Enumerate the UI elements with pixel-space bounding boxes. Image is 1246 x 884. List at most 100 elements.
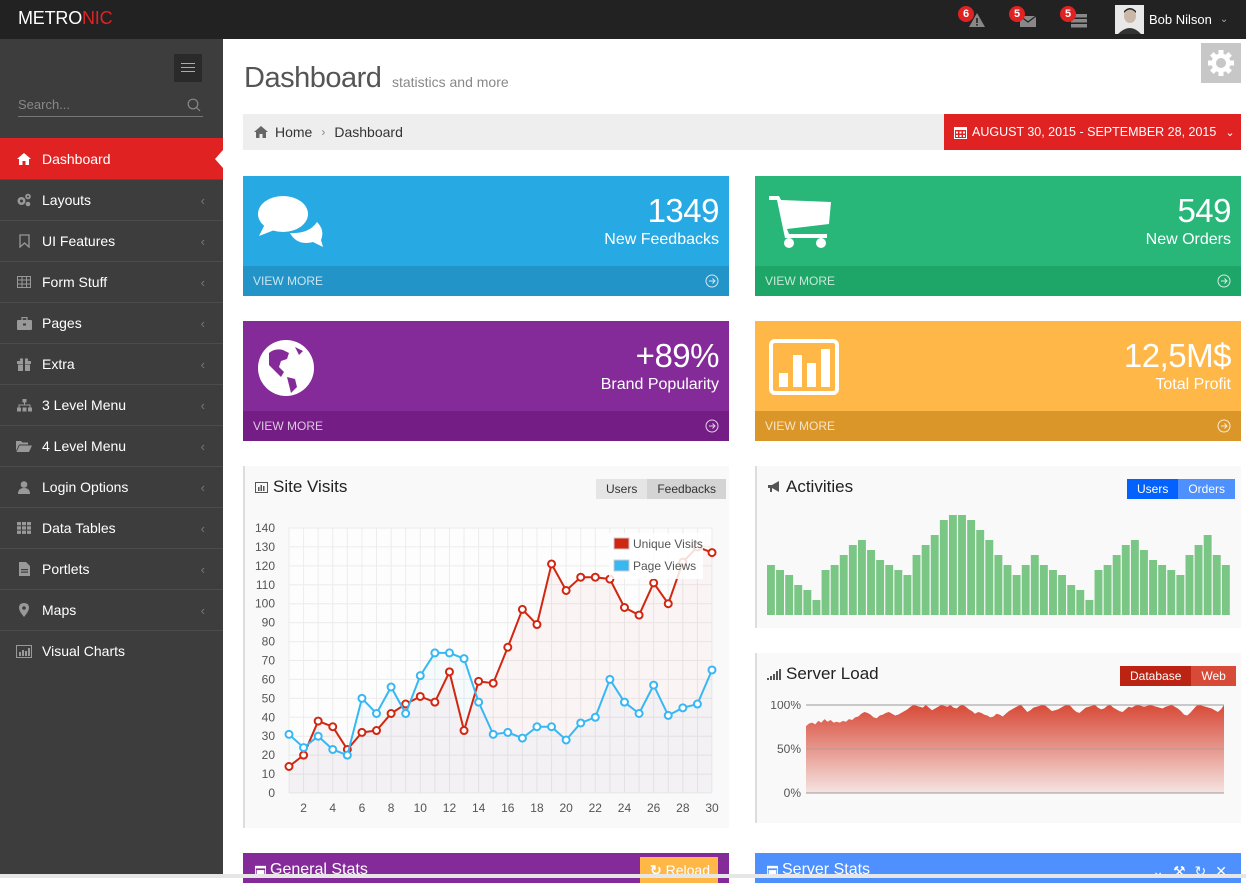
sidebar-item-label: Extra — [42, 356, 75, 372]
data-point — [430, 697, 440, 707]
sidebar-toggle-button[interactable] — [174, 54, 202, 82]
sidebar-item-label: Portlets — [42, 561, 90, 577]
horizontal-scrollbar[interactable] — [0, 874, 1246, 878]
data-point — [649, 578, 659, 588]
calendar-icon — [954, 126, 967, 139]
sidebar-item-layouts[interactable]: Layouts ‹ — [0, 179, 223, 220]
sidebar-item-data-tables[interactable]: Data Tables ‹ — [0, 507, 223, 548]
sidebar-item-portlets[interactable]: Portlets ‹ — [0, 548, 223, 589]
comments-icon — [258, 196, 323, 247]
activity-bar — [1221, 565, 1230, 615]
activity-bar — [1039, 565, 1048, 615]
data-point — [707, 665, 717, 675]
users-toggle-button[interactable]: Users — [1127, 479, 1179, 499]
activity-bar — [1076, 590, 1085, 615]
data-point — [415, 671, 425, 681]
web-toggle-button[interactable]: Web — [1191, 666, 1236, 686]
sidebar-item-maps[interactable]: Maps ‹ — [0, 589, 223, 630]
chevron-left-icon: ‹ — [200, 357, 205, 372]
data-point — [415, 691, 425, 701]
y-tick-label: 0% — [784, 786, 802, 800]
activity-bar — [1167, 570, 1176, 615]
activity-bar — [930, 535, 939, 615]
x-tick-label: 14 — [472, 801, 486, 815]
feedbacks-toggle-button[interactable]: Feedbacks — [647, 479, 727, 499]
globe-icon — [258, 340, 314, 396]
legend-swatch — [613, 559, 630, 572]
data-point — [401, 709, 411, 718]
sidebar-item-3-level-menu[interactable]: 3 Level Menu ‹ — [0, 384, 223, 425]
database-toggle-button[interactable]: Database — [1120, 666, 1192, 686]
data-point — [547, 559, 557, 569]
folder-open-icon — [16, 438, 32, 454]
activity-bar — [839, 555, 848, 615]
date-range-picker[interactable]: AUGUST 30, 2015 - SEPTEMBER 28, 2015 ⌄ — [944, 114, 1241, 150]
data-point — [517, 604, 527, 614]
page-subtitle: statistics and more — [391, 74, 509, 90]
sidebar-item-extra[interactable]: Extra ‹ — [0, 343, 223, 384]
stat-tile-total-profit: 12,5M$ Total Profit VIEW MORE — [755, 321, 1241, 441]
stat-tile-brand-popularity: +89% Brand Popularity VIEW MORE — [243, 321, 729, 441]
activity-bar — [967, 520, 976, 615]
cogs-icon — [16, 192, 32, 208]
activity-bar — [785, 575, 794, 615]
notifications-dropdown[interactable]: 6 — [958, 6, 990, 32]
sidebar-item-ui-features[interactable]: UI Features ‹ — [0, 220, 223, 261]
x-tick-label: 18 — [530, 801, 544, 815]
activity-bar — [976, 530, 985, 615]
map-marker-icon — [16, 602, 32, 618]
reload-button[interactable]: ↻ Reload — [640, 857, 718, 883]
breadcrumb-home-link[interactable]: Home — [275, 124, 312, 140]
activity-bar — [1021, 565, 1030, 615]
logo[interactable]: METRONIC — [18, 8, 113, 29]
sidebar-item-4-level-menu[interactable]: 4 Level Menu ‹ — [0, 425, 223, 466]
users-toggle-button[interactable]: Users — [596, 479, 648, 499]
data-point — [649, 680, 659, 690]
view-more-link[interactable]: VIEW MORE — [755, 266, 1241, 296]
y-tick-label: 70 — [262, 654, 276, 668]
view-more-link[interactable]: VIEW MORE — [243, 411, 729, 441]
data-point — [313, 731, 323, 741]
chevron-left-icon: ‹ — [200, 316, 205, 331]
data-point — [357, 727, 367, 737]
user-dropdown[interactable]: Bob Nilson ⌄ — [1115, 3, 1228, 35]
activity-bar — [1194, 545, 1203, 615]
shopping-cart-icon — [769, 196, 831, 248]
sidebar-item-pages[interactable]: Pages ‹ — [0, 302, 223, 343]
theme-settings-button[interactable] — [1201, 43, 1241, 83]
y-tick-label: 130 — [255, 540, 275, 554]
sidebar-search[interactable]: Search... — [18, 95, 203, 117]
portlet-title: Activities — [767, 477, 853, 497]
sidebar-item-form-stuff[interactable]: Form Stuff ‹ — [0, 261, 223, 302]
data-point — [488, 729, 498, 739]
sidebar-item-dashboard[interactable]: Dashboard — [0, 138, 223, 179]
activities-toggle: Users Orders — [1127, 479, 1236, 499]
view-more-link[interactable]: VIEW MORE — [243, 266, 729, 296]
data-point — [488, 678, 498, 688]
data-point — [619, 603, 629, 612]
orders-toggle-button[interactable]: Orders — [1178, 479, 1236, 499]
data-point — [561, 585, 571, 595]
sidebar-item-login-options[interactable]: Login Options ‹ — [0, 466, 223, 507]
user-icon — [16, 479, 32, 495]
briefcase-icon — [16, 315, 32, 331]
view-more-link[interactable]: VIEW MORE — [755, 411, 1241, 441]
activity-bar — [776, 570, 784, 615]
activity-bar — [1103, 565, 1112, 615]
view-more-text: VIEW MORE — [253, 419, 324, 433]
arrow-circle-right-icon — [705, 419, 719, 433]
data-point — [328, 744, 338, 754]
search-icon[interactable] — [187, 98, 201, 112]
data-point — [430, 648, 440, 658]
inbox-dropdown[interactable]: 5 — [1009, 6, 1041, 32]
y-tick-label: 110 — [256, 578, 275, 592]
data-point — [605, 674, 615, 684]
sidebar-item-visual-charts[interactable]: Visual Charts — [0, 630, 223, 671]
data-point — [590, 572, 600, 582]
activity-bar — [958, 515, 966, 615]
search-input[interactable]: Search... — [18, 97, 70, 112]
stat-tile-orders: 549 New Orders VIEW MORE — [755, 176, 1241, 296]
inbox-badge: 5 — [1009, 6, 1025, 22]
tasks-dropdown[interactable]: 5 — [1060, 6, 1092, 32]
data-point — [547, 722, 557, 732]
